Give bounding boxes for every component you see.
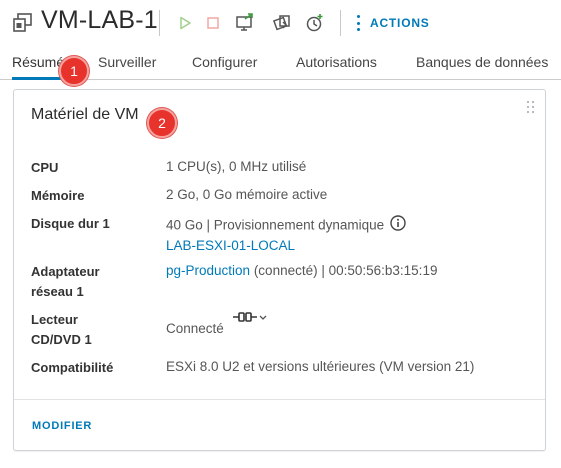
tab-permissions[interactable]: Autorisations bbox=[296, 54, 377, 70]
memory-label: Mémoire bbox=[31, 188, 85, 203]
network-adapter-status: (connecté) | 00:50:56:b3:15:19 bbox=[250, 263, 438, 278]
drag-handle-icon[interactable] bbox=[527, 101, 535, 115]
card-title: Matériel de VM bbox=[31, 106, 139, 123]
vm-icon bbox=[12, 12, 34, 34]
cdrom-label-line1: Lecteur bbox=[31, 312, 78, 327]
disk-value-row: 40 Go | Provisionnement dynamique bbox=[166, 215, 406, 237]
actions-menu-button[interactable]: ACTIONS bbox=[356, 13, 430, 33]
cdrom-label: Lecteur CD/DVD 1 bbox=[31, 310, 92, 350]
cdrom-label-line2: CD/DVD 1 bbox=[31, 332, 92, 347]
cpu-value: 1 CPU(s), 0 MHz utilisé bbox=[166, 159, 307, 174]
cdrom-status: Connecté bbox=[166, 321, 224, 336]
cpu-label: CPU bbox=[31, 160, 59, 175]
datastore-link[interactable]: LAB-ESXI-01-LOCAL bbox=[166, 236, 295, 256]
tab-datastores[interactable]: Banques de données bbox=[416, 54, 548, 70]
header-divider bbox=[159, 10, 160, 36]
callout-badge-2: 2 bbox=[147, 108, 177, 138]
disk-label: Disque dur 1 bbox=[31, 216, 110, 231]
vm-summary-page: VM-LAB-1 ACTIONS Résumé Surveiller Confi… bbox=[0, 0, 561, 468]
vm-header: VM-LAB-1 ACTIONS bbox=[0, 0, 561, 46]
compatibility-label: Compatibilité bbox=[31, 360, 114, 375]
compatibility-value: ESXi 8.0 U2 et versions ultérieures (VM … bbox=[166, 359, 475, 374]
more-vertical-icon bbox=[356, 15, 360, 31]
network-adapter-value: pg-Production (connecté) | 00:50:56:b3:1… bbox=[166, 261, 437, 281]
disk-value: 40 Go | Provisionnement dynamique bbox=[166, 217, 385, 233]
portgroup-link[interactable]: pg-Production bbox=[166, 263, 250, 278]
chevron-down-icon bbox=[259, 315, 267, 320]
tab-configure[interactable]: Configurer bbox=[192, 54, 257, 70]
cdrom-connection-menu[interactable] bbox=[232, 311, 268, 331]
header-divider bbox=[340, 10, 341, 36]
network-adapter-label: Adaptateur réseau 1 bbox=[31, 262, 100, 302]
memory-value: 2 Go, 0 Go mémoire active bbox=[166, 187, 328, 202]
callout-badge-1: 1 bbox=[59, 56, 89, 86]
snapshot-icon[interactable] bbox=[305, 13, 325, 33]
plug-icon bbox=[232, 312, 267, 322]
active-tab-indicator bbox=[12, 77, 67, 80]
launch-console-icon[interactable] bbox=[235, 13, 255, 33]
migrate-icon[interactable] bbox=[272, 13, 292, 33]
vm-name-title: VM-LAB-1 bbox=[41, 6, 158, 34]
actions-label: ACTIONS bbox=[370, 16, 430, 30]
network-adapter-label-line2: réseau 1 bbox=[31, 284, 84, 299]
network-adapter-label-line1: Adaptateur bbox=[31, 264, 100, 279]
tab-summary[interactable]: Résumé bbox=[12, 54, 64, 70]
power-off-icon[interactable] bbox=[203, 13, 223, 33]
tab-monitor[interactable]: Surveiller bbox=[98, 54, 156, 70]
card-footer: MODIFIER bbox=[14, 399, 545, 450]
cdrom-value: Connecté bbox=[166, 312, 268, 339]
power-on-icon[interactable] bbox=[175, 13, 195, 33]
modify-button[interactable]: MODIFIER bbox=[32, 420, 92, 432]
info-icon[interactable] bbox=[390, 215, 406, 237]
vm-hardware-card: Matériel de VM CPU 1 CPU(s), 0 MHz utili… bbox=[13, 89, 546, 451]
